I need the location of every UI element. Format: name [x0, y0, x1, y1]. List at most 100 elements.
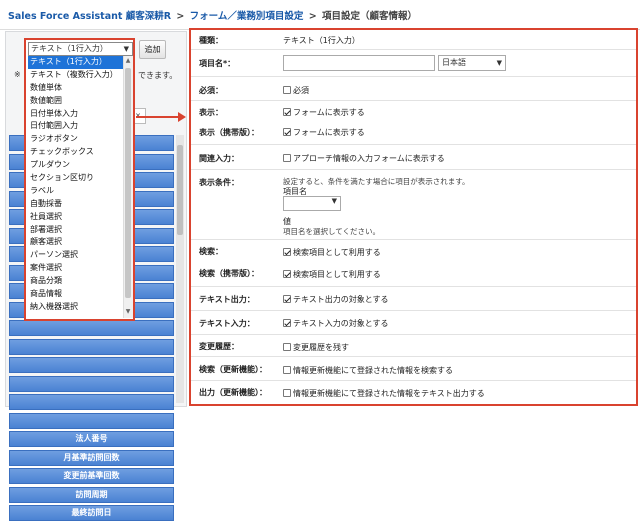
row-import: テキスト入力： テキスト入力の対象とする [191, 311, 636, 335]
search-update-text: 情報更新機能にて登録された情報を検索する [293, 366, 453, 375]
dropdown-option[interactable]: 商品情報 [28, 288, 123, 301]
required-label: 必須： [199, 86, 223, 95]
row-name: 項目名*： 日本語 ▼ [191, 50, 636, 77]
display-mobile-text: フォームに表示する [293, 128, 365, 137]
dropdown-option[interactable]: 自動採番 [28, 198, 123, 211]
history-label: 変更履歴： [199, 342, 239, 351]
export-update-checkbox[interactable] [283, 389, 291, 397]
field-type-select[interactable]: テキスト（1行入力） ▼ [28, 42, 133, 56]
field-button[interactable] [9, 320, 174, 336]
display-text: フォームに表示する [293, 108, 365, 117]
dropdown-option[interactable]: パーソン選択 [28, 249, 123, 262]
dropdown-option[interactable]: 商品分類 [28, 275, 123, 288]
row-required: 必須： 必須 [191, 77, 636, 101]
display-checkbox[interactable] [283, 108, 291, 116]
field-button[interactable]: 法人番号 [9, 431, 174, 447]
callout-arrow-line [136, 116, 180, 118]
field-button[interactable] [9, 357, 174, 373]
scroll-up-icon[interactable]: ▲ [124, 57, 132, 64]
search-mobile-checkbox[interactable] [283, 270, 291, 278]
search-checkbox[interactable] [283, 248, 291, 256]
field-type-options[interactable]: テキスト（1行入力） テキスト（複数行入力） 数値単体 数値範囲 日付単体入力 日付範囲入… [28, 56, 123, 318]
search-update-checkbox[interactable] [283, 366, 291, 374]
required-checkbox[interactable] [283, 86, 291, 94]
export-checkbox[interactable] [283, 295, 291, 303]
note-prefix: ※ [14, 70, 21, 79]
field-button[interactable]: 月基準訪問回数 [9, 449, 174, 466]
condition-description: 設定すると、条件を満たす場合に項目が表示されます。 [283, 177, 470, 186]
search-update-label: 検索（更新機能）： [199, 365, 267, 374]
callout-arrow-icon [178, 112, 186, 122]
chevron-down-icon: ▼ [123, 45, 129, 53]
field-type-dropdown[interactable]: テキスト（1行入力） ▼ テキスト（1行入力） テキスト（複数行入力） 数値単体 数値… [24, 38, 135, 321]
dropdown-option[interactable]: 数値範囲 [28, 95, 123, 108]
history-checkbox[interactable] [283, 343, 291, 351]
row-search-update: 検索（更新機能）： 情報更新機能にて登録された情報を検索する [191, 357, 636, 381]
dropdown-option[interactable]: テキスト（1行入力） [28, 56, 123, 69]
row-type: 種類： テキスト（1行入力） [191, 30, 636, 50]
search-mobile-text: 検索項目として利用する [293, 270, 381, 279]
display-mobile-label: 表示（携帯版）： [199, 128, 259, 137]
language-select-value: 日本語 [442, 58, 466, 67]
dropdown-option[interactable]: 納入機器選択 [28, 301, 123, 314]
export-update-label: 出力（更新機能）： [199, 388, 267, 397]
breadcrumb-separator: > [176, 11, 185, 22]
breadcrumb: Sales Force Assistant 顧客深耕R > フォーム／業務別項目… [0, 0, 640, 30]
dropdown-option[interactable]: 社員選択 [28, 211, 123, 224]
related-text: アプローチ情報の入力フォームに表示する [293, 154, 445, 163]
import-text: テキスト入力の対象とする [293, 319, 389, 328]
export-text: テキスト出力の対象とする [293, 295, 389, 304]
export-label: テキスト出力： [199, 295, 255, 304]
condition-label: 表示条件： [199, 178, 239, 187]
dropdown-option[interactable]: 顧客選択 [28, 236, 123, 249]
dropdown-option[interactable]: チェックボックス [28, 146, 123, 159]
display-label: 表示： [199, 108, 223, 117]
related-checkbox[interactable] [283, 154, 291, 162]
breadcrumb-separator: > [308, 11, 317, 22]
dropdown-option[interactable]: プルダウン [28, 159, 123, 172]
search-text: 検索項目として利用する [293, 248, 381, 257]
name-label: 項目名*： [199, 59, 236, 68]
dropdown-option[interactable]: 部署選択 [28, 224, 123, 237]
dropdown-option[interactable]: 日付単体入力 [28, 108, 123, 121]
dropdown-option[interactable]: 日付範囲入力 [28, 120, 123, 133]
export-update-text: 情報更新機能にて登録された情報をテキスト出力する [293, 389, 485, 398]
dropdown-option[interactable]: テキスト（複数行入力） [28, 69, 123, 82]
chevron-down-icon: ▼ [496, 59, 502, 67]
field-button[interactable]: 最終訪問日 [9, 505, 174, 521]
chevron-down-icon: ▼ [331, 197, 337, 205]
row-related: 関連入力： アプローチ情報の入力フォームに表示する [191, 145, 636, 170]
search-mobile-label: 検索（携帯版）： [199, 269, 259, 278]
dropdown-option[interactable]: 数値単体 [28, 82, 123, 95]
dropdown-scroll-thumb[interactable] [125, 68, 131, 298]
condition-hint: 項目名を選択してください。 [283, 227, 381, 236]
breadcrumb-app[interactable]: Sales Force Assistant 顧客深耕R [8, 11, 171, 22]
breadcrumb-current: 項目設定（顧客情報） [321, 11, 417, 22]
dropdown-option[interactable]: 案件選択 [28, 262, 123, 275]
dropdown-option[interactable]: ラベル [28, 185, 123, 198]
field-button[interactable]: 変更前基準回数 [9, 468, 174, 484]
display-mobile-checkbox[interactable] [283, 128, 291, 136]
dropdown-option[interactable]: セクション区切り [28, 172, 123, 185]
dropdown-option[interactable]: ラジオボタン [28, 133, 123, 146]
field-button[interactable]: 訪問周期 [9, 486, 174, 503]
row-history: 変更履歴： 変更履歴を残す [191, 335, 636, 357]
search-label: 検索： [199, 247, 223, 256]
field-button[interactable] [9, 394, 174, 410]
related-label: 関連入力： [199, 154, 239, 163]
row-export: テキスト出力： テキスト出力の対象とする [191, 287, 636, 311]
add-button[interactable]: 追加 [139, 40, 166, 59]
breadcrumb-section[interactable]: フォーム／業務別項目設定 [190, 11, 304, 22]
field-list-scroll-thumb[interactable] [177, 145, 183, 235]
item-name-input[interactable] [283, 55, 435, 71]
row-condition: 表示条件： 設定すると、条件を満たす場合に項目が表示されます。 項目名 ▼ 値 … [191, 170, 636, 240]
condition-field-select[interactable]: ▼ [283, 196, 341, 211]
field-settings-panel: 種類： テキスト（1行入力） 項目名*： 日本語 ▼ 必須： 必須 表示： フォ… [189, 28, 638, 406]
scroll-down-icon[interactable]: ▼ [124, 308, 132, 315]
import-checkbox[interactable] [283, 319, 291, 327]
language-select[interactable]: 日本語 ▼ [438, 55, 506, 71]
field-button[interactable] [9, 375, 174, 392]
field-button[interactable] [9, 338, 174, 355]
note-text: できます。 [138, 71, 178, 80]
field-button[interactable] [9, 412, 174, 429]
